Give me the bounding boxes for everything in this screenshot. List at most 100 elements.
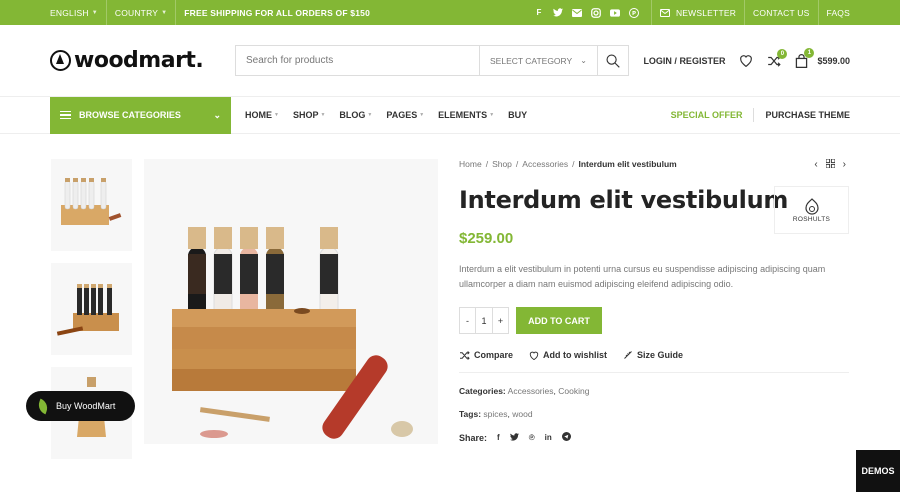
- heart-icon: [529, 351, 539, 360]
- breadcrumb-separator: /: [572, 159, 575, 169]
- divider: [817, 0, 819, 25]
- chevron-down-icon: ▼: [161, 9, 168, 16]
- category-link[interactable]: Cooking: [558, 386, 589, 396]
- contact-link[interactable]: CONTACT US: [753, 8, 809, 18]
- pinterest-icon[interactable]: ℗: [529, 433, 535, 442]
- country-switcher[interactable]: COUNTRY ▼: [115, 8, 167, 18]
- nav-item-label: SHOP: [292, 110, 319, 120]
- product-navigation: ‹ ›: [814, 158, 846, 171]
- youtube-icon[interactable]: [609, 8, 620, 18]
- size-guide-label: Size Guide: [637, 350, 684, 360]
- breadcrumb-separator: /: [515, 159, 519, 169]
- nav-item-shop[interactable]: SHOP ▼: [293, 110, 325, 120]
- newsletter-link[interactable]: NEWSLETTER: [659, 7, 737, 18]
- nav-item-elements[interactable]: ELEMENTS ▼: [438, 110, 494, 120]
- tag-link[interactable]: spices: [483, 409, 507, 419]
- main-navigation: BROWSE CATEGORIES ⌄ HOME ▼ SHOP ▼ BLOG ▼ PA…: [0, 96, 900, 134]
- email-icon[interactable]: [571, 8, 582, 18]
- category-select[interactable]: SELECT CATEGORY ⌄: [479, 46, 597, 75]
- share-label: Share:: [459, 432, 488, 443]
- prev-product-icon[interactable]: ‹: [814, 159, 817, 171]
- twitter-icon[interactable]: [509, 432, 519, 443]
- purchase-theme-link[interactable]: PURCHASE THEME: [765, 110, 850, 120]
- product-categories: Categories: Accessories, Cooking: [459, 386, 590, 396]
- quantity-increase-button[interactable]: +: [493, 308, 508, 333]
- twitter-icon[interactable]: [552, 8, 563, 18]
- heart-icon: [740, 55, 753, 67]
- category-link[interactable]: Accessories: [508, 386, 554, 396]
- next-product-icon[interactable]: ›: [843, 159, 846, 171]
- compare-count-badge: 0: [777, 48, 788, 59]
- product-main-image[interactable]: [144, 159, 438, 444]
- size-guide-link[interactable]: Size Guide: [623, 350, 683, 360]
- faqs-link[interactable]: FAQS: [827, 8, 850, 18]
- spice-rack-thumbnail-image: [56, 284, 119, 336]
- wishlist-label: Add to wishlist: [543, 350, 608, 360]
- instagram-icon[interactable]: [591, 7, 601, 18]
- grid-icon[interactable]: [825, 158, 836, 171]
- newsletter-label: NEWSLETTER: [675, 7, 737, 18]
- quantity-stepper: - 1 +: [459, 307, 509, 334]
- quantity-decrease-button[interactable]: -: [460, 308, 475, 333]
- pinterest-icon[interactable]: p: [628, 7, 639, 18]
- brand-name: ROSHULTS: [792, 215, 831, 223]
- site-logo[interactable]: woodmart.: [50, 48, 235, 73]
- cart-total: $599.00: [817, 55, 850, 66]
- product-tags: Tags: spices, wood: [459, 409, 533, 419]
- top-bar: ENGLISH ▼ COUNTRY ▼ FREE SHIPPING FOR ALL …: [0, 0, 900, 25]
- chevron-down-icon: ⌄: [213, 109, 221, 120]
- compare-link[interactable]: Compare: [459, 350, 513, 360]
- add-to-cart-row: - 1 + ADD TO CART: [459, 307, 849, 334]
- product-actions: Compare Add to wishlist Size Guide: [459, 350, 849, 373]
- categories-label: Categories:: [459, 386, 506, 396]
- menu-icon: [60, 110, 71, 120]
- nav-item-blog[interactable]: BLOG ▼: [339, 110, 372, 120]
- facebook-icon[interactable]: f: [534, 8, 544, 18]
- compare-label: Compare: [474, 350, 514, 360]
- breadcrumb-shop[interactable]: Shop: [492, 159, 512, 169]
- tree-logo-icon: [50, 50, 71, 71]
- tag-link[interactable]: wood: [512, 409, 532, 419]
- cart-count-badge: 1: [804, 47, 815, 58]
- nav-item-home[interactable]: HOME ▼: [245, 110, 279, 120]
- linkedin-icon[interactable]: in: [545, 433, 552, 442]
- divider: [744, 0, 746, 25]
- search-input[interactable]: [236, 46, 479, 75]
- nav-item-buy[interactable]: BUY: [508, 110, 527, 120]
- svg-text:p: p: [632, 11, 636, 17]
- language-switcher[interactable]: ENGLISH ▼: [50, 8, 98, 18]
- login-register-link[interactable]: LOGIN / REGISTER: [643, 56, 725, 66]
- breadcrumb-separator: /: [485, 159, 489, 169]
- add-to-wishlist-link[interactable]: Add to wishlist: [529, 350, 607, 360]
- breadcrumb-current: Interdum elit vestibulum: [578, 159, 677, 169]
- brand-logo[interactable]: ROSHULTS: [774, 186, 849, 234]
- chevron-down-icon: ▼: [419, 112, 425, 118]
- compare-button[interactable]: 0: [767, 48, 788, 67]
- nav-item-label: HOME: [245, 110, 272, 120]
- breadcrumb-accessories[interactable]: Accessories: [522, 159, 568, 169]
- add-to-cart-button[interactable]: ADD TO CART: [516, 307, 602, 334]
- brand-emblem-icon: [804, 197, 819, 215]
- demos-button[interactable]: DEMOS: [856, 450, 900, 492]
- product-thumbnail[interactable]: [51, 263, 132, 355]
- nav-item-pages[interactable]: PAGES ▼: [386, 110, 424, 120]
- chevron-down-icon: ▼: [489, 112, 495, 118]
- product-page: Home / Shop / Accessories / Interdum elit v…: [0, 158, 900, 492]
- cart-button[interactable]: 1 $599.00: [795, 47, 850, 68]
- envelope-icon: [659, 8, 670, 17]
- browse-categories-button[interactable]: BROWSE CATEGORIES ⌄: [50, 96, 231, 134]
- chevron-down-icon: ⌄: [580, 56, 587, 65]
- special-offer-link[interactable]: SPECIAL OFFER: [671, 110, 743, 120]
- product-summary: Home / Shop / Accessories / Interdum elit v…: [459, 158, 849, 443]
- category-select-label: SELECT CATEGORY: [490, 55, 573, 66]
- telegram-icon[interactable]: [561, 432, 571, 443]
- search-button[interactable]: [597, 46, 628, 75]
- product-thumbnail[interactable]: [51, 159, 132, 251]
- quantity-input[interactable]: 1: [475, 308, 493, 333]
- wishlist-button[interactable]: [739, 54, 753, 67]
- breadcrumb-home[interactable]: Home: [459, 159, 482, 169]
- chevron-down-icon: ▼: [320, 112, 326, 118]
- facebook-icon[interactable]: f: [497, 433, 500, 442]
- buy-woodmart-button[interactable]: Buy WoodMart: [26, 391, 135, 421]
- chevron-down-icon: ▼: [91, 9, 98, 16]
